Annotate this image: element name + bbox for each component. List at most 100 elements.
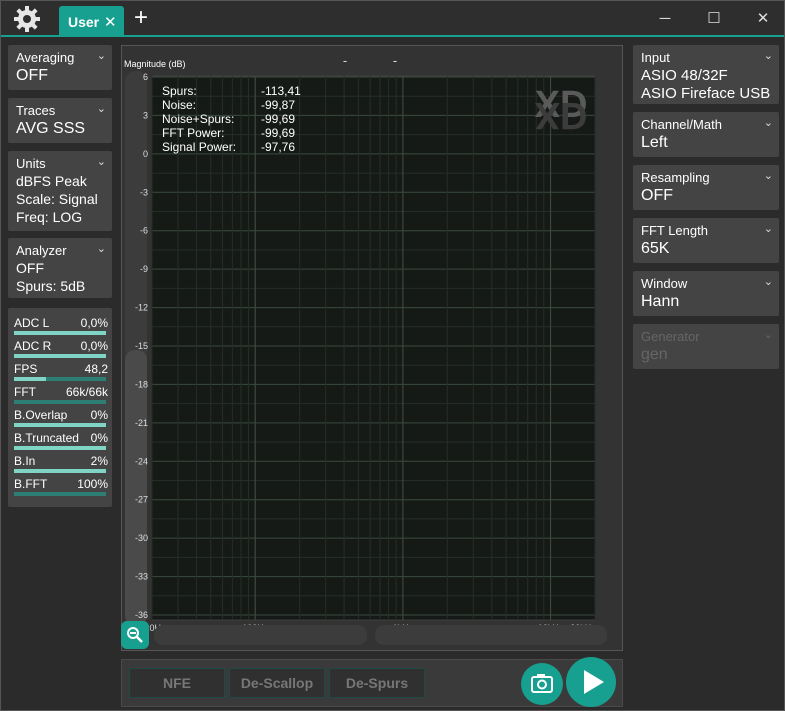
y-tick-label: -21 (135, 418, 148, 428)
title-divider (1, 35, 784, 37)
analyzer-dropdown[interactable]: Analyzer OFF Spurs: 5dB ⌄ (8, 238, 112, 298)
window-dropdown[interactable]: Window Hann ⌄ (633, 271, 779, 316)
y-tick-label: -3 (140, 187, 148, 197)
chevron-down-icon: ⌄ (763, 50, 773, 62)
stat-label: B.FFT (14, 477, 48, 491)
stat-value: 66k/66k (65, 385, 108, 399)
averaging-dropdown[interactable]: Averaging OFF ⌄ (8, 45, 112, 90)
stat-value: 0,0% (80, 316, 108, 330)
despurs-button[interactable]: De-Spurs (329, 668, 425, 698)
close-icon[interactable]: ✕ (104, 13, 117, 31)
level-slider-handle[interactable] (125, 350, 147, 626)
frequency-scroll-track-right[interactable] (375, 625, 607, 645)
snapshot-button[interactable] (521, 663, 563, 705)
fft-length-dropdown[interactable]: FFT Length 65K ⌄ (633, 218, 779, 263)
chevron-down-icon: ⌄ (96, 243, 106, 255)
chevron-down-icon: ⌄ (763, 117, 773, 129)
chevron-down-icon: ⌄ (96, 103, 106, 115)
panel-value: Hann (641, 293, 680, 310)
stat-bar-fill (14, 423, 106, 427)
panel-value: 65K (641, 240, 670, 257)
y-tick-label: -6 (140, 226, 148, 236)
minimize-icon[interactable]: ─ (655, 9, 675, 29)
top-marker[interactable]: - (343, 53, 347, 68)
play-button[interactable] (566, 657, 616, 707)
panel-title: Resampling (641, 170, 710, 185)
input-dropdown[interactable]: Input ASIO 48/32F ASIO Fireface USB ⌄ (633, 45, 779, 104)
y-tick-label: -18 (135, 379, 148, 389)
readout-label: Noise: (162, 98, 196, 112)
snapshot-icon (531, 674, 553, 693)
y-tick-label: -12 (135, 303, 148, 313)
readout-value: -113,41 (261, 84, 301, 98)
descallop-button[interactable]: De-Scallop (229, 668, 325, 698)
stat-row: B.Truncated 0% (13, 429, 108, 452)
app-window: User ✕ + ─ ☐ ✕ Averaging OFF ⌄ Traces AV… (0, 0, 785, 711)
stat-row: B.FFT 100% (13, 475, 108, 498)
panel-value: Scale: Signal (16, 191, 98, 207)
tab-label: User (68, 14, 100, 30)
panel-value: Freq: LOG (16, 209, 83, 225)
stat-label: FPS (14, 362, 38, 376)
stat-label: B.In (14, 454, 36, 468)
stat-bar-fill (14, 331, 106, 335)
stat-row: B.In 2% (13, 452, 108, 475)
panel-value: AVG SSS (16, 120, 86, 137)
y-tick-label: -33 (135, 572, 148, 582)
maximize-icon[interactable]: ☐ (704, 9, 724, 29)
stat-label: B.Truncated (14, 431, 79, 445)
stat-value: 48,2 (84, 362, 108, 376)
y-tick-label: -36 (135, 610, 148, 620)
channel-math-dropdown[interactable]: Channel/Math Left ⌄ (633, 112, 779, 157)
stats-panel: ADC L 0,0% ADC R 0,0% FPS 48,2 FFT 66k/66k B.Ove… (8, 308, 112, 507)
stat-value: 2% (90, 454, 108, 468)
readout-label: FFT Power: (162, 126, 224, 140)
panel-value: Left (641, 134, 668, 151)
frequency-scroll-track-left[interactable] (154, 625, 367, 645)
y-tick-label: -9 (140, 264, 148, 274)
panel-value: gen (641, 346, 668, 363)
panel-title: Window (641, 276, 688, 291)
tab-user[interactable]: User ✕ (59, 6, 124, 37)
stat-bar (14, 469, 106, 473)
traces-dropdown[interactable]: Traces AVG SSS ⌄ (8, 98, 112, 143)
chevron-down-icon: ⌄ (763, 170, 773, 182)
stat-bar (14, 377, 106, 381)
stat-label: ADC R (14, 339, 52, 353)
generator-dropdown: Generator gen ⌄ (633, 324, 779, 369)
stat-bar-fill (14, 354, 106, 358)
gear-icon[interactable] (13, 5, 41, 33)
panel-title: Generator (641, 329, 700, 344)
zoom-out-button[interactable] (121, 621, 149, 649)
panel-value: ASIO Fireface USB (641, 85, 771, 102)
stat-bar (14, 354, 106, 358)
stat-row: B.Overlap 0% (13, 406, 108, 429)
readout-label: Signal Power: (162, 140, 236, 154)
window-close-icon[interactable]: ✕ (753, 9, 773, 29)
stat-value: 0,0% (80, 339, 108, 353)
y-tick-label: -15 (135, 341, 148, 351)
panel-title: FFT Length (641, 223, 708, 238)
panel-value: ASIO 48/32F (641, 67, 728, 84)
plus-icon[interactable]: + (134, 5, 148, 31)
stat-bar (14, 400, 106, 404)
panel-title: Traces (16, 103, 56, 118)
chevron-down-icon: ⌄ (96, 156, 106, 168)
resampling-dropdown[interactable]: Resampling OFF ⌄ (633, 165, 779, 210)
panel-value: OFF (16, 67, 48, 84)
spectrum-plot[interactable]: 630-3-6-9-12-15-18-21-24-27-30-33-3620Hz… (121, 45, 621, 649)
title-bar: User ✕ + ─ ☐ ✕ (1, 1, 784, 37)
xd-logo-reflection: XD (535, 94, 588, 136)
play-icon (584, 670, 604, 694)
panel-value: OFF (16, 260, 44, 276)
nfe-button[interactable]: NFE (129, 668, 225, 698)
stat-bar-fill (14, 469, 106, 473)
readout-value: -99,69 (261, 112, 295, 126)
panel-title: Averaging (16, 50, 75, 65)
top-marker[interactable]: - (393, 53, 397, 68)
units-dropdown[interactable]: Units dBFS Peak Scale: Signal Freq: LOG … (8, 151, 112, 231)
stat-row: FFT 66k/66k (13, 383, 108, 406)
stat-value: 0% (90, 431, 108, 445)
panel-title: Channel/Math (641, 117, 722, 132)
panel-title: Analyzer (16, 243, 67, 258)
